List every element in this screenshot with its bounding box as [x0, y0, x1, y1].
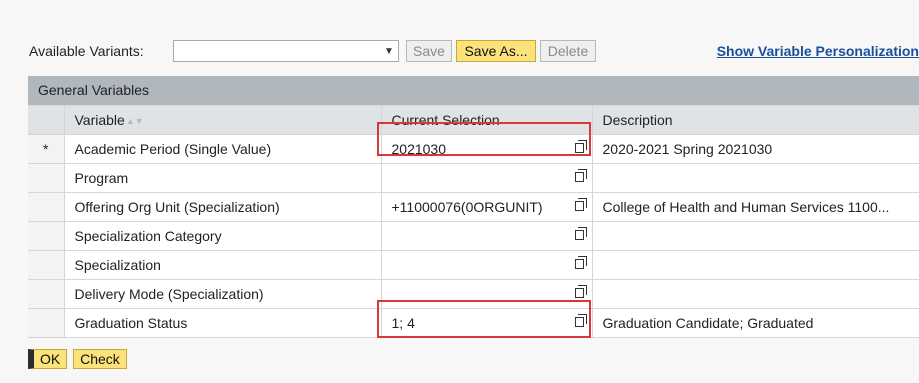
- variable-description: College of Health and Human Services 110…: [592, 192, 919, 222]
- variables-table: General Variables Variable▲▼ Current Sel…: [28, 76, 919, 338]
- variants-dropdown[interactable]: ▼: [173, 40, 399, 62]
- row-required-marker: [28, 308, 65, 338]
- column-header-variable[interactable]: Variable▲▼: [64, 105, 382, 135]
- variable-description: [592, 250, 919, 280]
- table-row: Graduation Status 1; 4 Graduation Candidat…: [28, 308, 919, 338]
- table-body: * Academic Period (Single Value) 2021030 20…: [28, 134, 919, 338]
- chevron-down-icon[interactable]: ▼: [380, 41, 398, 61]
- variable-name: Offering Org Unit (Specialization): [64, 192, 382, 222]
- variable-description: [592, 163, 919, 193]
- value-help-icon[interactable]: [574, 313, 587, 327]
- variable-description: [592, 279, 919, 309]
- variants-bar: Available Variants: ▼ Save Save As... De…: [29, 40, 919, 64]
- row-required-marker: *: [28, 134, 65, 164]
- current-selection-value: +11000076(0ORGUNIT): [391, 198, 543, 215]
- variable-header-label: Variable: [74, 111, 125, 128]
- current-selection-value: 1; 4: [391, 314, 415, 331]
- column-header-current-selection[interactable]: Current Selection: [381, 105, 593, 135]
- group-title: General Variables: [28, 76, 919, 106]
- variable-description: Graduation Candidate; Graduated: [592, 308, 919, 338]
- table-row: Offering Org Unit (Specialization) +11000…: [28, 192, 919, 222]
- footer-bar: OK Check: [28, 349, 127, 369]
- value-help-icon[interactable]: [574, 139, 587, 153]
- variable-name: Specialization Category: [64, 221, 382, 251]
- check-button[interactable]: Check: [73, 349, 127, 369]
- show-variable-personalization-link[interactable]: Show Variable Personalization: [717, 43, 919, 59]
- row-required-marker: [28, 221, 65, 251]
- value-help-icon[interactable]: [574, 168, 587, 182]
- current-selection-field[interactable]: [381, 221, 593, 251]
- value-help-icon[interactable]: [574, 255, 587, 269]
- table-row: * Academic Period (Single Value) 2021030 20…: [28, 134, 919, 164]
- variable-name: Graduation Status: [64, 308, 382, 338]
- value-help-icon[interactable]: [574, 226, 587, 240]
- ok-button[interactable]: OK: [28, 349, 68, 369]
- variable-description: [592, 221, 919, 251]
- column-header-row: Variable▲▼ Current Selection Description: [28, 105, 919, 135]
- row-required-marker: [28, 279, 65, 309]
- group-header-row: General Variables: [28, 76, 919, 106]
- table-row: Specialization: [28, 250, 919, 280]
- current-selection-field[interactable]: [381, 279, 593, 309]
- variable-name: Delivery Mode (Specialization): [64, 279, 382, 309]
- sort-icon[interactable]: ▲▼: [126, 116, 144, 126]
- row-required-marker: [28, 163, 65, 193]
- current-selection-field[interactable]: +11000076(0ORGUNIT): [381, 192, 593, 222]
- save-button[interactable]: Save: [406, 40, 452, 62]
- available-variants-label: Available Variants:: [29, 43, 144, 59]
- current-selection-field[interactable]: 2021030: [381, 134, 593, 164]
- column-header-description[interactable]: Description: [592, 105, 919, 135]
- save-as-button[interactable]: Save As...: [456, 40, 536, 62]
- variable-name: Specialization: [64, 250, 382, 280]
- variable-name: Program: [64, 163, 382, 193]
- variable-name: Academic Period (Single Value): [64, 134, 382, 164]
- row-required-marker: [28, 192, 65, 222]
- current-selection-field[interactable]: 1; 4: [381, 308, 593, 338]
- value-help-icon[interactable]: [574, 284, 587, 298]
- row-marker-header: [28, 105, 65, 135]
- table-row: Specialization Category: [28, 221, 919, 251]
- variable-description: 2020-2021 Spring 2021030: [592, 134, 919, 164]
- current-selection-field[interactable]: [381, 163, 593, 193]
- value-help-icon[interactable]: [574, 197, 587, 211]
- row-required-marker: [28, 250, 65, 280]
- delete-button[interactable]: Delete: [540, 40, 596, 62]
- current-selection-value: 2021030: [391, 140, 447, 157]
- table-row: Delivery Mode (Specialization): [28, 279, 919, 309]
- current-selection-field[interactable]: [381, 250, 593, 280]
- table-row: Program: [28, 163, 919, 193]
